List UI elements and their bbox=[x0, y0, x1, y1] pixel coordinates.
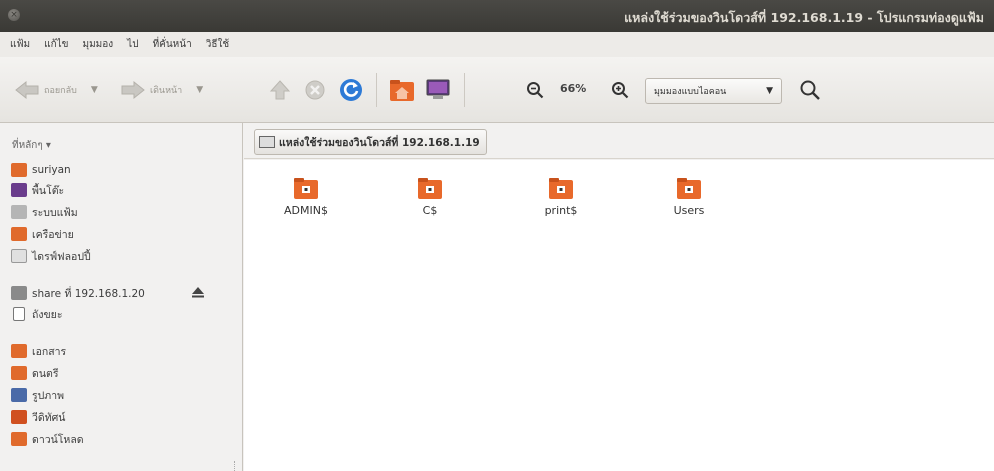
computer-icon bbox=[426, 79, 450, 99]
downloads-folder-icon bbox=[11, 432, 27, 446]
sidebar-item-share[interactable]: share ที่ 192.168.1.20 bbox=[11, 283, 145, 303]
zoom-level: 66% bbox=[560, 82, 587, 95]
sidebar-item-label: รูปภาพ bbox=[32, 389, 65, 402]
home-folder-icon bbox=[11, 163, 27, 177]
sidebar-item-label: share ที่ 192.168.1.20 bbox=[32, 287, 145, 300]
sidebar-item-videos[interactable]: วีดิทัศน์ bbox=[11, 407, 65, 427]
toolbar-separator bbox=[376, 73, 377, 107]
folder-label: print$ bbox=[544, 204, 578, 217]
title-bar: × แหล่งใช้ร่วมของวินโดวส์ที่ 192.168.1.1… bbox=[0, 0, 994, 32]
sidebar-item-label: ถังขยะ bbox=[32, 308, 63, 321]
videos-folder-icon bbox=[11, 410, 27, 424]
forward-history-dropdown-icon[interactable]: ▼ bbox=[196, 85, 203, 95]
shared-folder-icon bbox=[418, 178, 442, 199]
stop-button[interactable] bbox=[302, 77, 328, 103]
home-button[interactable] bbox=[389, 77, 415, 103]
back-history-dropdown-icon[interactable]: ▼ bbox=[91, 85, 98, 95]
close-window-button[interactable]: × bbox=[8, 9, 20, 21]
shared-folder-icon bbox=[294, 178, 318, 199]
sidebar-item-label: ไดรฟ์ฟลอปปี้ bbox=[32, 250, 91, 263]
reload-button[interactable] bbox=[338, 77, 364, 103]
search-button[interactable] bbox=[797, 77, 823, 103]
network-share-icon bbox=[259, 136, 275, 148]
sidebar: ที่หลักๆ ▾ suriyan พื้นโต๊ะ ระบบแฟ้ม เคร… bbox=[0, 123, 243, 471]
trash-icon bbox=[13, 307, 25, 321]
folder-label: C$ bbox=[422, 204, 438, 217]
filesystem-icon bbox=[11, 205, 27, 219]
menu-go[interactable]: ไป bbox=[127, 37, 138, 52]
back-label: ถอยกลับ bbox=[44, 86, 77, 96]
home-folder-icon bbox=[390, 80, 414, 101]
eject-icon[interactable] bbox=[191, 285, 205, 299]
network-icon bbox=[11, 227, 27, 241]
toolbar-separator-2 bbox=[464, 73, 465, 107]
folder-item[interactable]: C$ bbox=[385, 176, 475, 217]
folder-item[interactable]: ADMIN$ bbox=[261, 176, 351, 217]
menu-bar: แฟ้ม แก้ไข มุมมอง ไป ที่คั่นหน้า วิธีใช้ bbox=[0, 32, 994, 57]
menu-view[interactable]: มุมมอง bbox=[83, 37, 114, 52]
view-mode-select[interactable]: มุมมองแบบไอคอน ▼ bbox=[645, 78, 782, 104]
forward-button[interactable]: เดินหน้า ▼ bbox=[120, 77, 203, 103]
breadcrumb-current[interactable]: แหล่งใช้ร่วมของวินโดวส์ที่ 192.168.1.19 bbox=[254, 129, 487, 155]
shared-folder-icon bbox=[549, 178, 573, 199]
forward-label: เดินหน้า bbox=[150, 86, 183, 96]
sidebar-item-label: วีดิทัศน์ bbox=[32, 411, 66, 424]
chevron-down-icon: ▼ bbox=[766, 86, 773, 96]
forward-arrow-icon bbox=[120, 80, 146, 100]
sidebar-item-floppy[interactable]: ไดรฟ์ฟลอปปี้ bbox=[11, 246, 91, 266]
sidebar-item-label: เครือข่าย bbox=[32, 228, 74, 241]
music-folder-icon bbox=[11, 366, 27, 380]
computer-button[interactable] bbox=[425, 77, 451, 103]
breadcrumb-label: แหล่งใช้ร่วมของวินโดวส์ที่ 192.168.1.19 bbox=[279, 136, 480, 149]
path-bar: แหล่งใช้ร่วมของวินโดวส์ที่ 192.168.1.19 bbox=[244, 123, 994, 159]
folder-label: ADMIN$ bbox=[284, 204, 328, 217]
menu-bookmarks[interactable]: ที่คั่นหน้า bbox=[153, 37, 192, 52]
menu-file[interactable]: แฟ้ม bbox=[10, 37, 30, 52]
up-button[interactable] bbox=[267, 77, 293, 103]
sidebar-item-label: เอกสาร bbox=[32, 345, 67, 358]
pictures-folder-icon bbox=[11, 388, 27, 402]
view-mode-value: มุมมองแบบไอคอน bbox=[654, 87, 727, 97]
menu-edit[interactable]: แก้ไข bbox=[44, 37, 68, 52]
sidebar-item-downloads[interactable]: ดาวน์โหลด bbox=[11, 429, 84, 449]
zoom-in-icon bbox=[612, 82, 629, 99]
window-title: แหล่งใช้ร่วมของวินโดวส์ที่ 192.168.1.19 … bbox=[624, 10, 984, 25]
folder-item[interactable]: Users bbox=[644, 176, 734, 217]
folder-label: Users bbox=[673, 204, 705, 217]
back-button[interactable]: ถอยกลับ ▼ bbox=[14, 77, 98, 103]
file-view[interactable]: ADMIN$ C$ print$ Users bbox=[244, 160, 994, 471]
shared-folder-icon bbox=[677, 178, 701, 199]
sidebar-item-label: พื้นโต๊ะ bbox=[32, 184, 65, 197]
menu-help[interactable]: วิธีใช้ bbox=[206, 37, 229, 52]
toolbar: ถอยกลับ ▼ เดินหน้า ▼ 66% มุมมองแบบไอคอน … bbox=[0, 57, 994, 123]
zoom-out-icon bbox=[527, 82, 544, 99]
network-share-icon bbox=[11, 286, 27, 300]
sidebar-item-network[interactable]: เครือข่าย bbox=[11, 224, 74, 244]
up-arrow-icon bbox=[269, 80, 291, 100]
sidebar-item-label: ดนตรี bbox=[32, 367, 59, 380]
reload-icon bbox=[340, 79, 362, 101]
sidebar-item-music[interactable]: ดนตรี bbox=[11, 363, 58, 383]
sidebar-item-pictures[interactable]: รูปภาพ bbox=[11, 385, 64, 405]
desktop-icon bbox=[11, 183, 27, 197]
floppy-icon bbox=[11, 249, 27, 263]
documents-folder-icon bbox=[11, 344, 27, 358]
sidebar-item-label: ระบบแฟ้ม bbox=[32, 206, 78, 219]
sidebar-item-label: ดาวน์โหลด bbox=[32, 433, 84, 446]
zoom-out-button[interactable] bbox=[522, 77, 548, 103]
search-icon bbox=[800, 80, 820, 100]
sidebar-item-trash[interactable]: ถังขยะ bbox=[11, 304, 62, 324]
stop-icon bbox=[305, 80, 325, 100]
sidebar-header[interactable]: ที่หลักๆ ▾ bbox=[12, 138, 51, 153]
folder-item[interactable]: print$ bbox=[516, 176, 606, 217]
sidebar-resize-grip[interactable] bbox=[234, 461, 238, 471]
sidebar-item-label: suriyan bbox=[32, 164, 71, 176]
sidebar-item-filesystem[interactable]: ระบบแฟ้ม bbox=[11, 202, 78, 222]
sidebar-item-home[interactable]: suriyan bbox=[11, 160, 71, 180]
zoom-in-button[interactable] bbox=[607, 77, 633, 103]
sidebar-item-desktop[interactable]: พื้นโต๊ะ bbox=[11, 180, 64, 200]
back-arrow-icon bbox=[14, 80, 40, 100]
sidebar-item-documents[interactable]: เอกสาร bbox=[11, 341, 66, 361]
